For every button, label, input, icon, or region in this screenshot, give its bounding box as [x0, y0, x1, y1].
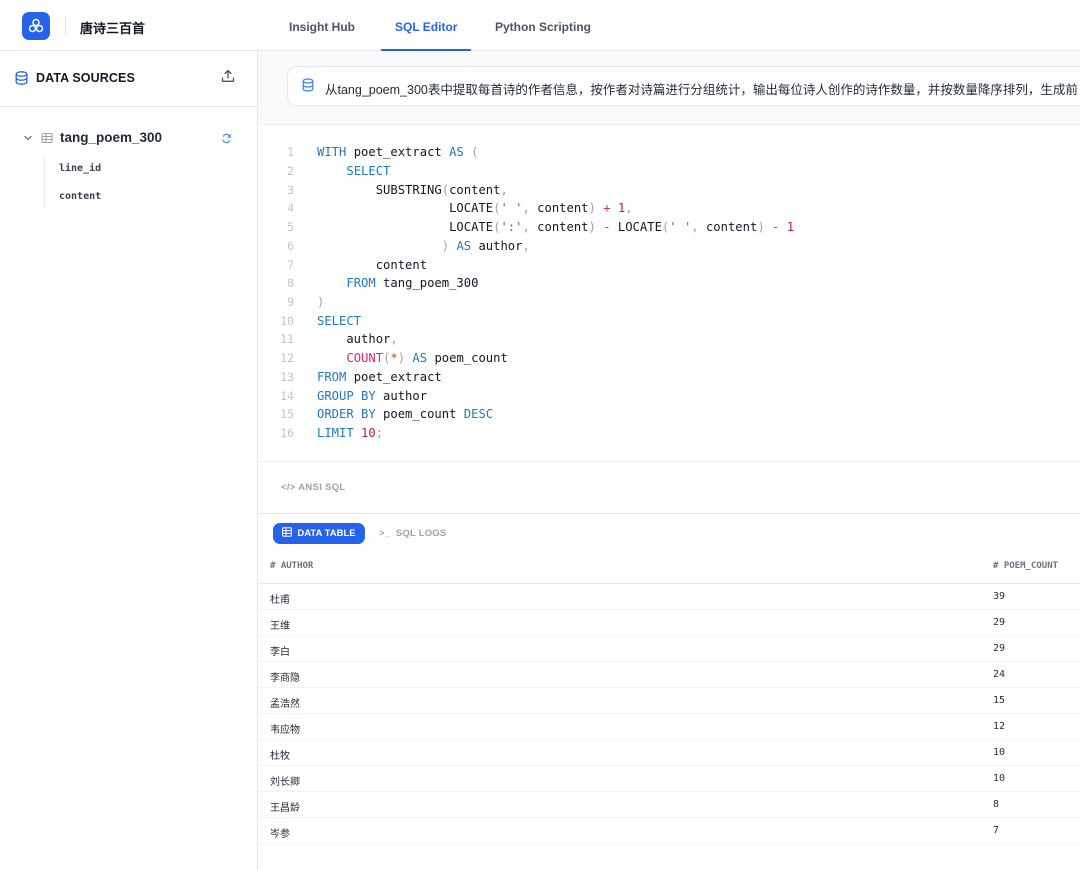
dialect-bar: </> ANSI SQL: [258, 461, 1080, 513]
code-line: 5 LOCATE(':', content) - LOCATE(' ', con…: [287, 220, 795, 234]
column-header-poem-count[interactable]: # POEM_COUNT: [993, 561, 1058, 571]
table-row[interactable]: 李白 29: [258, 636, 1080, 662]
table-row[interactable]: 杜牧 10: [258, 740, 1080, 766]
code-line: 4 LOCATE(' ', content) + 1,: [287, 201, 633, 215]
database-icon: [302, 78, 314, 97]
tree-table-item[interactable]: tang_poem_300: [22, 129, 237, 149]
code-line: 1 WITH poet_extract AS (: [287, 145, 479, 159]
title-divider: [65, 16, 66, 36]
app-title: 唐诗三百首: [80, 21, 146, 36]
upload-icon[interactable]: [221, 69, 235, 88]
table-row[interactable]: 李商隐 24: [258, 662, 1080, 688]
code-line: 10 SELECT: [280, 314, 362, 328]
prompt-area: 从tang_poem_300表中提取每首诗的作者信息，按作者对诗篇进行分组统计，…: [258, 51, 1080, 125]
tab-insight-hub[interactable]: Insight Hub: [289, 0, 355, 51]
code-line: 2 SELECT: [287, 164, 391, 178]
code-line: 3 SUBSTRING(content,: [287, 183, 508, 197]
prompt-text: 从tang_poem_300表中提取每首诗的作者信息，按作者对诗篇进行分组统计，…: [325, 83, 1078, 97]
column-item-content[interactable]: content: [59, 191, 101, 202]
tab-python-scripting[interactable]: Python Scripting: [495, 0, 591, 51]
code-line: 12 COUNT(*) AS poem_count: [280, 351, 508, 365]
code-line: 15 ORDER BY poem_count DESC: [280, 407, 494, 421]
main-panel: 从tang_poem_300表中提取每首诗的作者信息，按作者对诗篇进行分组统计，…: [258, 51, 1080, 870]
column-item-line-id[interactable]: line_id: [59, 163, 101, 174]
dialect-label: </> ANSI SQL: [281, 482, 346, 493]
table-name: tang_poem_300: [60, 130, 163, 145]
code-line: 14 GROUP BY author: [280, 389, 428, 403]
app-logo-icon[interactable]: [22, 12, 50, 40]
table-row[interactable]: 韦应物 12: [258, 714, 1080, 740]
table-row[interactable]: 王维 29: [258, 610, 1080, 636]
sidebar-title: DATA SOURCES: [36, 71, 135, 85]
prompt-box[interactable]: 从tang_poem_300表中提取每首诗的作者信息，按作者对诗篇进行分组统计，…: [287, 66, 1080, 106]
table-icon: [41, 131, 53, 149]
code-line: 16 LIMIT 10;: [280, 426, 384, 440]
table-row[interactable]: 王昌龄 8: [258, 792, 1080, 818]
code-line: 13 FROM poet_extract: [280, 370, 442, 384]
code-line: 6 ) AS author,: [287, 239, 530, 253]
tab-sql-editor[interactable]: SQL Editor: [381, 0, 472, 51]
code-line: 9): [287, 295, 325, 309]
code-line: 8 FROM tang_poem_300: [287, 276, 479, 290]
table-row[interactable]: 杜甫 39: [258, 584, 1080, 610]
code-icon: </>: [281, 482, 296, 493]
database-icon: [15, 71, 28, 90]
tab-sql-logs[interactable]: >_ SQL LOGS: [379, 528, 446, 539]
sidebar: DATA SOURCES tang_poem_300 line_id conte…: [0, 51, 258, 870]
results-panel: DATA TABLE >_ SQL LOGS # AUTHOR # POEM_C…: [258, 513, 1080, 870]
code-line: 11 author,: [280, 332, 398, 346]
tab-data-table[interactable]: DATA TABLE: [273, 523, 365, 544]
sql-code-editor[interactable]: 1 WITH poet_extract AS ( 2 SELECT 3 SUBST…: [258, 125, 1080, 461]
top-bar: 唐诗三百首 Insight Hub SQL Editor Python Scri…: [0, 0, 1080, 51]
refresh-icon[interactable]: [221, 131, 232, 149]
code-line: 7 content: [287, 258, 428, 272]
terminal-icon: >_: [379, 528, 391, 539]
table-row[interactable]: 岑参 7: [258, 818, 1080, 844]
column-header-author[interactable]: # AUTHOR: [270, 561, 313, 571]
tree-guide-line: [44, 157, 45, 209]
sidebar-header: DATA SOURCES: [0, 51, 257, 107]
table-row[interactable]: 刘长卿 10: [258, 766, 1080, 792]
table-row[interactable]: 孟浩然 15: [258, 688, 1080, 714]
chevron-down-icon[interactable]: [22, 131, 34, 149]
table-icon: [282, 527, 293, 540]
